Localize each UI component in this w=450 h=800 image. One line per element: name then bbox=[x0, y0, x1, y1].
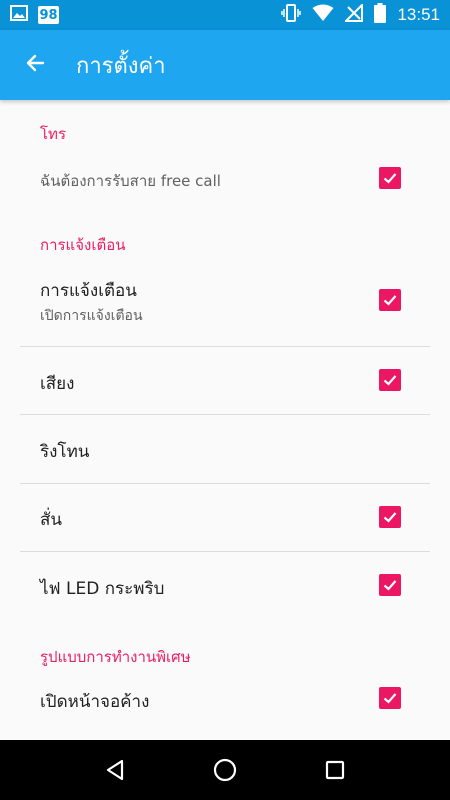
wifi-icon bbox=[312, 4, 334, 26]
page-title: การตั้งค่า bbox=[76, 53, 166, 79]
navigation-bar bbox=[0, 740, 450, 800]
battery-icon bbox=[374, 3, 387, 27]
setting-led[interactable]: ไฟ LED กระพริบ bbox=[0, 552, 450, 620]
vibrate-checkbox[interactable] bbox=[379, 506, 401, 528]
check-icon bbox=[383, 693, 397, 704]
section-header-call: โทร bbox=[40, 125, 67, 143]
check-icon bbox=[383, 512, 397, 523]
setting-vibrate[interactable]: สั่น bbox=[0, 484, 450, 551]
status-time: 13:51 bbox=[397, 5, 440, 24]
nav-recents-button[interactable] bbox=[315, 750, 355, 790]
notifications-checkbox[interactable] bbox=[379, 289, 401, 311]
nav-home-button[interactable] bbox=[205, 750, 245, 790]
setting-screen-on[interactable]: เปิดหน้าจอค้าง bbox=[0, 670, 450, 730]
setting-screen-on-label: เปิดหน้าจอค้าง bbox=[40, 692, 150, 712]
arrow-back-icon bbox=[23, 51, 47, 79]
recents-square-icon bbox=[325, 760, 345, 780]
screen-on-checkbox[interactable] bbox=[379, 687, 401, 709]
check-icon bbox=[383, 173, 397, 184]
setting-ringtone[interactable]: ริงโทน bbox=[0, 415, 450, 483]
section-header-special: รูปแบบการทำงานพิเศษ bbox=[40, 648, 191, 666]
setting-free-call[interactable]: ฉันต้องการรับสาย free call bbox=[0, 150, 450, 206]
setting-notifications[interactable]: การแจ้งเตือน เปิดการแจ้งเตือน bbox=[0, 260, 450, 346]
settings-list: โทร ฉันต้องการรับสาย free call การแจ้งเต… bbox=[0, 100, 450, 740]
status-left: 98 bbox=[10, 5, 59, 25]
setting-notifications-label: การแจ้งเตือน bbox=[40, 281, 137, 301]
setting-free-call-label: ฉันต้องการรับสาย free call bbox=[40, 172, 221, 190]
vibrate-icon bbox=[281, 4, 302, 26]
sound-checkbox[interactable] bbox=[379, 369, 401, 391]
setting-notifications-sub: เปิดการแจ้งเตือน bbox=[40, 308, 143, 324]
setting-sound[interactable]: เสียง bbox=[0, 347, 450, 414]
setting-led-label: ไฟ LED กระพริบ bbox=[40, 579, 165, 599]
section-header-notifications: การแจ้งเตือน bbox=[40, 236, 126, 254]
nav-back-button[interactable] bbox=[95, 750, 135, 790]
notification-count-badge: 98 bbox=[38, 6, 59, 24]
setting-vibrate-label: สั่น bbox=[40, 510, 62, 530]
status-right: 13:51 bbox=[281, 2, 440, 27]
free-call-checkbox[interactable] bbox=[379, 167, 401, 189]
app-bar: การตั้งค่า bbox=[0, 30, 450, 100]
check-icon bbox=[383, 295, 397, 306]
status-bar: 98 13:51 bbox=[0, 0, 450, 30]
image-icon bbox=[10, 5, 28, 25]
led-checkbox[interactable] bbox=[379, 574, 401, 596]
setting-sound-label: เสียง bbox=[40, 374, 75, 394]
setting-ringtone-label: ริงโทน bbox=[40, 442, 90, 462]
home-circle-icon bbox=[213, 758, 237, 782]
check-icon bbox=[383, 375, 397, 386]
check-icon bbox=[383, 580, 397, 591]
no-sim-icon bbox=[344, 2, 364, 26]
back-triangle-icon bbox=[106, 759, 124, 781]
back-button[interactable] bbox=[0, 30, 70, 100]
